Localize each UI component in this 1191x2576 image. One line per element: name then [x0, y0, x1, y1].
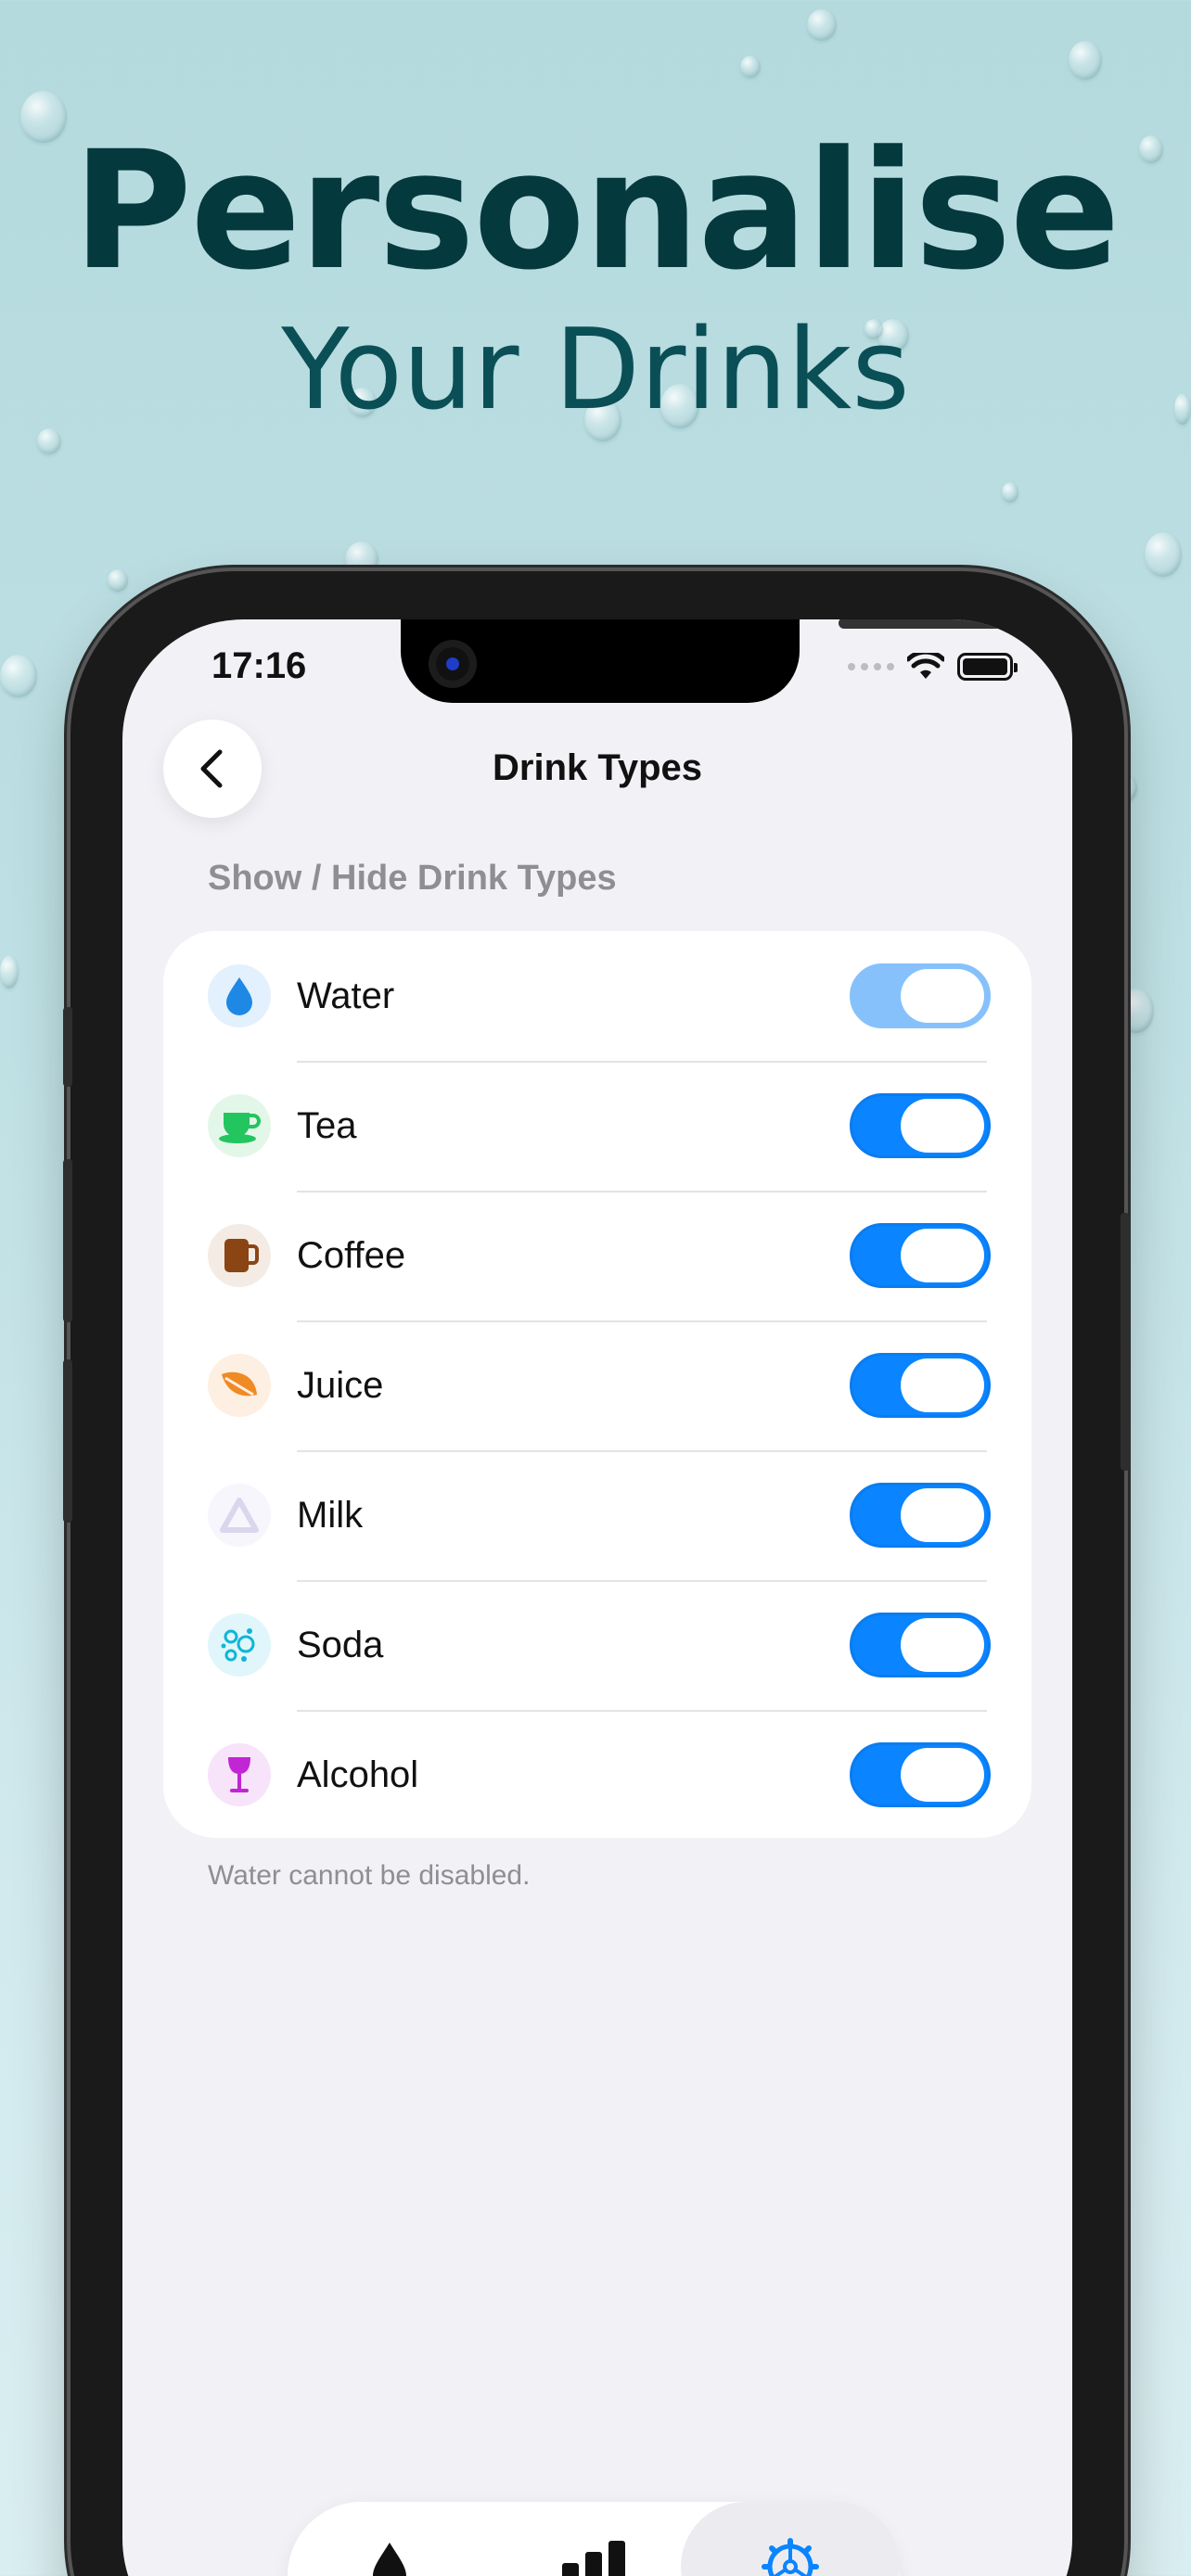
gear-icon [762, 2538, 819, 2576]
list-item-coffee: Coffee [208, 1191, 1031, 1320]
list-item-water: Water [208, 931, 1031, 1061]
wifi-icon [907, 653, 944, 679]
milk-icon [208, 1484, 271, 1547]
section-header: Show / Hide Drink Types [208, 859, 617, 898]
front-camera [429, 640, 477, 688]
drink-types-list: Water Tea Coffee Juice Milk Soda Alcohol [163, 931, 1031, 1838]
juice-toggle[interactable] [850, 1353, 991, 1418]
headline: Personalise [72, 116, 1121, 306]
bubbles-icon [208, 1613, 271, 1677]
coffee-toggle[interactable] [850, 1223, 991, 1288]
list-item-alcohol: Alcohol [208, 1710, 1031, 1840]
phone-silent-switch [63, 1007, 72, 1087]
phone-power-button [1121, 1213, 1130, 1471]
battery-icon [957, 653, 1018, 681]
water-toggle[interactable] [850, 963, 991, 1028]
teacup-icon [208, 1094, 271, 1157]
drink-label: Coffee [297, 1234, 406, 1276]
cellular-signal-icon [848, 663, 894, 670]
subheadline: Your Drinks [281, 306, 910, 435]
footnote: Water cannot be disabled. [208, 1860, 531, 1891]
water-drop-icon [208, 964, 271, 1027]
alcohol-toggle[interactable] [850, 1742, 991, 1807]
drink-label: Tea [297, 1104, 357, 1146]
leaf-icon [208, 1354, 271, 1417]
tab-settings[interactable] [681, 2502, 900, 2576]
phone-volume-down [63, 1359, 72, 1523]
list-item-juice: Juice [208, 1320, 1031, 1450]
tab-statistics[interactable] [492, 2502, 696, 2576]
tea-toggle[interactable] [850, 1093, 991, 1158]
drink-label: Milk [297, 1494, 364, 1536]
soda-toggle[interactable] [850, 1613, 991, 1677]
milk-toggle[interactable] [850, 1483, 991, 1548]
list-item-tea: Tea [208, 1061, 1031, 1191]
bar-chart-icon [562, 2541, 625, 2576]
tab-bar [288, 2502, 900, 2576]
phone-volume-up [63, 1159, 72, 1322]
page-title: Drink Types [493, 747, 702, 788]
water-drop-icon [373, 2543, 406, 2576]
drink-label: Alcohol [297, 1753, 419, 1795]
drink-label: Water [297, 975, 395, 1016]
app-screen: 17:16 Drink Types Show / Hide Drink Type… [122, 619, 1072, 2576]
list-item-soda: Soda [208, 1580, 1031, 1710]
status-indicators [848, 653, 1018, 681]
tab-drinks[interactable] [288, 2502, 492, 2576]
list-item-milk: Milk [208, 1450, 1031, 1580]
drink-label: Juice [297, 1364, 384, 1406]
mug-icon [208, 1224, 271, 1287]
status-time: 17:16 [211, 645, 307, 686]
drink-label: Soda [297, 1624, 384, 1665]
wine-glass-icon [208, 1743, 271, 1806]
